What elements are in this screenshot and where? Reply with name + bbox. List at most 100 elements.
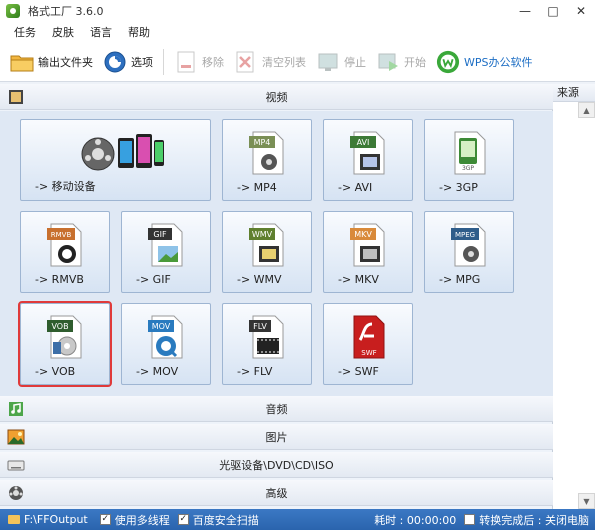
window-title: 格式工厂 3.6.0 — [28, 5, 104, 18]
minimize-button[interactable]: — — [511, 0, 539, 22]
tile-mov[interactable]: MOV -> MOV — [121, 303, 211, 385]
tile-label: -> SWF — [338, 365, 379, 378]
tile-mpg[interactable]: MPEG -> MPG — [424, 211, 514, 293]
menu-help[interactable]: 帮助 — [128, 24, 150, 40]
tile-label: -> MP4 — [237, 181, 277, 194]
mobile-device-icon — [76, 128, 166, 176]
menu-bar: 任务 皮肤 语言 帮助 — [0, 22, 595, 42]
clear-list-button[interactable]: 清空列表 — [234, 46, 306, 78]
mkv-file-icon: MKV — [348, 220, 388, 268]
vob-file-icon: VOB — [45, 312, 85, 360]
folder-icon — [10, 50, 34, 74]
section-advanced[interactable]: 高级 — [0, 480, 553, 506]
section-video-label: 视频 — [265, 90, 288, 104]
start-button[interactable]: 开始 — [376, 46, 426, 78]
mpg-file-icon: MPEG — [449, 220, 489, 268]
checkbox-checked-icon: ✓ — [177, 514, 189, 525]
menu-language[interactable]: 语言 — [90, 24, 112, 40]
tile-vob[interactable]: VOB -> VOB — [18, 301, 112, 387]
toolbar-separator — [163, 48, 164, 75]
svg-text:MPEG: MPEG — [455, 231, 475, 239]
wmv-file-icon: WMV — [247, 220, 287, 268]
options-button[interactable]: 选项 — [103, 46, 153, 78]
tile-3gp[interactable]: 3GP -> 3GP — [424, 119, 514, 201]
output-folder-button[interactable]: 输出文件夹 — [10, 46, 93, 78]
tile-label: -> 3GP — [439, 181, 478, 194]
section-advanced-label: 高级 — [265, 486, 288, 500]
disc-drive-icon — [6, 455, 26, 475]
checkbox-checked-icon: ✓ — [99, 514, 111, 525]
video-film-icon — [6, 87, 26, 107]
tile-label: -> WMV — [237, 273, 282, 286]
tile-mobile-device[interactable]: -> 移动设备 — [20, 119, 211, 201]
scroll-down-button[interactable]: ▼ — [578, 493, 595, 509]
svg-text:FLV: FLV — [253, 322, 267, 331]
tile-label: -> VOB — [35, 365, 76, 378]
mp4-file-icon: MP4 — [247, 128, 287, 176]
section-image-label: 图片 — [265, 430, 288, 444]
menu-task[interactable]: 任务 — [14, 24, 36, 40]
video-format-grid: -> 移动设备 MP4 -> MP4 AVI -> AVI 3GP -> 3GP… — [0, 111, 553, 403]
flv-file-icon: FLV — [247, 312, 287, 360]
image-picture-icon — [6, 427, 26, 447]
tile-label: -> GIF — [136, 273, 171, 286]
svg-text:MP4: MP4 — [254, 138, 271, 147]
after-done-checkbox[interactable]: 转换完成后 : 关闭电脑 — [464, 512, 589, 528]
category-panel: 视频 -> 移动设备 MP4 -> MP4 AVI -> AVI 3GP -> … — [0, 84, 553, 509]
maximize-button[interactable]: □ — [539, 0, 567, 22]
toolbar: 输出文件夹 选项 移除 清空列表 停止 开始 WPS办公软件 — [0, 42, 595, 82]
svg-text:VOB: VOB — [51, 322, 68, 331]
source-column-header[interactable]: 来源 — [553, 84, 595, 102]
tile-label: -> 移动设备 — [35, 180, 96, 193]
stop-button[interactable]: 停止 — [316, 46, 366, 78]
section-image[interactable]: 图片 — [0, 424, 553, 450]
options-gear-icon — [103, 50, 127, 74]
scroll-up-button[interactable]: ▲ — [578, 102, 595, 118]
status-bar: F:\FFOutput ✓ 使用多线程 ✓ 百度安全扫描 耗时 : 00:00:… — [0, 509, 595, 530]
wps-office-button[interactable]: WPS办公软件 — [436, 46, 533, 78]
section-rom-label: 光驱设备\DVD\CD\ISO — [219, 458, 334, 472]
tile-flv[interactable]: FLV -> FLV — [222, 303, 312, 385]
tile-mp4[interactable]: MP4 -> MP4 — [222, 119, 312, 201]
tile-label: -> MKV — [338, 273, 379, 286]
tile-gif[interactable]: GIF -> GIF — [121, 211, 211, 293]
checkbox-unchecked-icon — [464, 514, 476, 525]
output-path[interactable]: F:\FFOutput — [8, 513, 88, 526]
audio-note-icon — [6, 399, 26, 419]
svg-text:3GP: 3GP — [462, 165, 474, 172]
source-panel: 来源 ▲ ▼ — [553, 84, 595, 509]
stop-icon — [316, 50, 340, 74]
multithread-checkbox[interactable]: ✓ 使用多线程 — [99, 512, 170, 528]
remove-button[interactable]: 移除 — [174, 46, 224, 78]
tile-mkv[interactable]: MKV -> MKV — [323, 211, 413, 293]
swf-file-icon: SWF — [348, 312, 388, 360]
menu-skin[interactable]: 皮肤 — [52, 24, 74, 40]
folder-icon — [8, 515, 20, 524]
tile-rmvb[interactable]: RMVB -> RMVB — [20, 211, 110, 293]
clear-list-icon — [234, 50, 258, 74]
section-rom[interactable]: 光驱设备\DVD\CD\ISO — [0, 452, 553, 478]
tile-label: -> FLV — [237, 365, 273, 378]
tile-label: -> MOV — [136, 365, 179, 378]
svg-text:MKV: MKV — [354, 230, 372, 239]
tile-swf[interactable]: SWF -> SWF — [323, 303, 413, 385]
close-button[interactable]: ✕ — [567, 0, 595, 22]
3gp-file-icon: 3GP — [449, 128, 489, 176]
elapsed-time: 耗时 : 00:00:00 — [374, 513, 457, 527]
title-bar: 格式工厂 3.6.0 — □ ✕ — [0, 0, 595, 22]
wps-logo-icon — [436, 50, 460, 74]
baidu-scan-checkbox[interactable]: ✓ 百度安全扫描 — [177, 512, 259, 528]
tile-wmv[interactable]: WMV -> WMV — [222, 211, 312, 293]
rmvb-file-icon: RMVB — [45, 220, 85, 268]
svg-text:AVI: AVI — [357, 138, 370, 147]
tile-label: -> MPG — [439, 273, 481, 286]
remove-file-icon — [174, 50, 198, 74]
tile-avi[interactable]: AVI -> AVI — [323, 119, 413, 201]
mov-file-icon: MOV — [146, 312, 186, 360]
section-audio[interactable]: 音频 — [0, 396, 553, 422]
avi-file-icon: AVI — [348, 128, 388, 176]
section-video[interactable]: 视频 — [0, 84, 553, 110]
app-logo-icon — [6, 4, 20, 18]
svg-text:RMVB: RMVB — [51, 231, 72, 239]
tile-label: -> AVI — [338, 181, 373, 194]
